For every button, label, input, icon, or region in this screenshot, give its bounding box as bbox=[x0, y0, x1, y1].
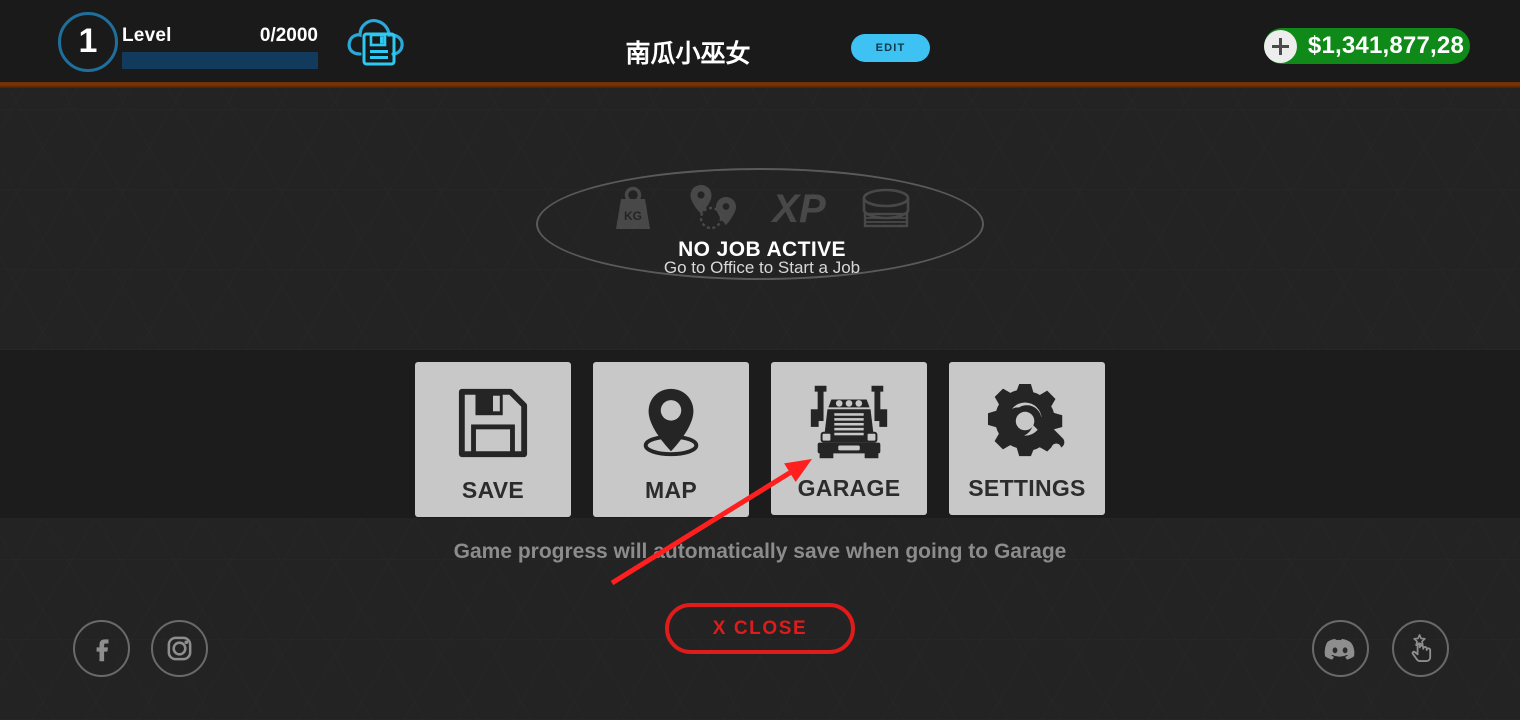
instagram-icon bbox=[167, 636, 192, 661]
save-button[interactable]: SAVE bbox=[415, 362, 571, 517]
cloud-save-icon[interactable] bbox=[345, 14, 411, 70]
edit-name-button[interactable]: EDIT bbox=[851, 34, 930, 62]
close-button[interactable]: X CLOSE bbox=[665, 603, 855, 654]
garage-button[interactable]: GARAGE bbox=[771, 362, 927, 515]
discord-icon bbox=[1324, 638, 1355, 660]
discord-button[interactable] bbox=[1312, 620, 1369, 677]
map-button-label: MAP bbox=[644, 477, 697, 503]
floppy-disk-icon bbox=[415, 362, 571, 477]
facebook-icon bbox=[96, 638, 108, 661]
settings-button-label: SETTINGS bbox=[968, 475, 1086, 501]
svg-text:XP: XP bbox=[771, 187, 827, 230]
map-pin-icon bbox=[593, 362, 749, 477]
top-header-bar: 1 Level 0/2000 南瓜小巫女 EDIT $1,341,877,28 bbox=[0, 0, 1520, 82]
level-badge: 1 bbox=[58, 12, 118, 72]
money-amount: $1,341,877,28 bbox=[1307, 32, 1464, 59]
weight-kg-icon: KG bbox=[611, 185, 655, 231]
xp-value: 0/2000 bbox=[259, 25, 318, 46]
map-button[interactable]: MAP bbox=[593, 362, 749, 517]
main-menu-buttons: SAVE MAP GARAGE SETTINGS bbox=[0, 362, 1520, 517]
facebook-button[interactable] bbox=[73, 620, 130, 677]
hand-star-icon bbox=[1411, 634, 1432, 663]
settings-button[interactable]: SETTINGS bbox=[949, 362, 1105, 515]
save-button-label: SAVE bbox=[461, 477, 525, 503]
xp-icon: XP bbox=[770, 186, 828, 230]
route-pins-icon bbox=[686, 183, 740, 233]
cash-stack-icon bbox=[859, 186, 913, 230]
money-display: $1,341,877,28 bbox=[1263, 28, 1520, 64]
edit-button-label: EDIT bbox=[875, 42, 906, 54]
close-button-label: X CLOSE bbox=[712, 617, 808, 639]
level-number: 1 bbox=[78, 22, 98, 60]
truck-icon bbox=[771, 362, 927, 475]
add-money-button[interactable] bbox=[1263, 30, 1297, 63]
rate-button[interactable] bbox=[1392, 620, 1449, 677]
job-status-panel: KG XP NO JOB ACTIVE Go to Office to Star… bbox=[536, 168, 984, 280]
xp-progress-bar bbox=[122, 52, 318, 69]
job-status-subtitle: Go to Office to Start a Job bbox=[663, 258, 861, 277]
header-divider bbox=[0, 82, 1520, 88]
level-label: Level bbox=[122, 25, 172, 46]
garage-button-label: GARAGE bbox=[797, 475, 901, 501]
svg-text:KG: KG bbox=[624, 209, 642, 223]
instagram-button[interactable] bbox=[151, 620, 208, 677]
game-menu-screen: 1 Level 0/2000 南瓜小巫女 EDIT $1,341,877,28 bbox=[0, 0, 1520, 720]
autosave-hint: Game progress will automatically save wh… bbox=[453, 540, 1067, 563]
gear-wrench-icon bbox=[949, 362, 1105, 475]
job-reward-icons: KG XP bbox=[538, 178, 986, 238]
